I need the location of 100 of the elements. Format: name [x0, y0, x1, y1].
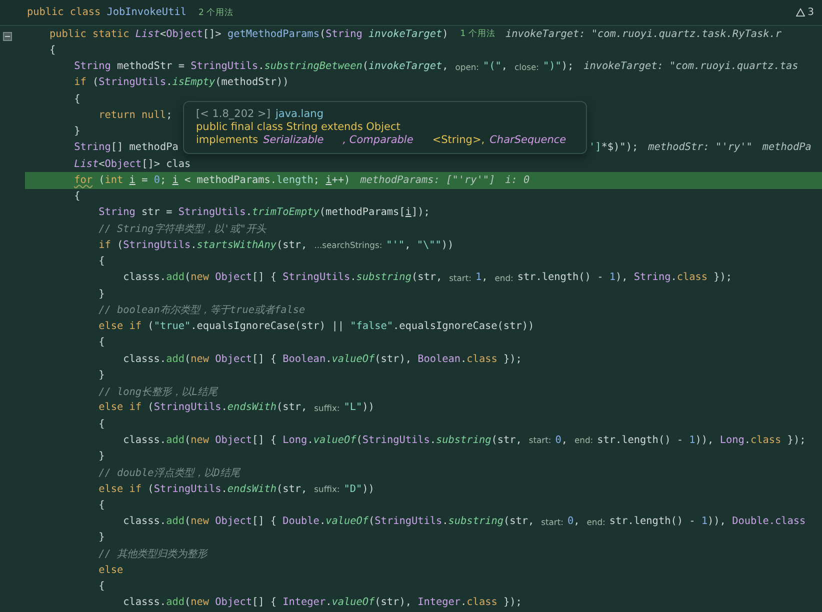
parameter-hint: close:: [514, 62, 539, 72]
code-token: 0: [567, 516, 574, 528]
code-token: new: [190, 516, 210, 528]
code-token: .: [221, 402, 228, 414]
code-token: Boolean: [282, 354, 326, 365]
code-token: Long: [282, 434, 308, 446]
code-token: )): [362, 402, 374, 414]
code-token: .equalsIgnoreCase(str)): [393, 321, 534, 332]
code-token: }: [98, 370, 105, 381]
debug-value: methodPa: [762, 142, 812, 154]
code-token: (str,: [276, 484, 308, 495]
code-token: new: [190, 434, 210, 446]
code-token: valueOf: [332, 597, 375, 608]
code-token: String: [74, 61, 111, 72]
code-token: <: [98, 158, 105, 170]
code-token: []> clas: [142, 158, 191, 170]
code-token: .: [460, 354, 467, 365]
code-token: (str,: [276, 240, 308, 251]
parameter-hint: end:: [586, 516, 606, 527]
tooltip-text[interactable]: java.lang: [275, 108, 324, 121]
code-token: invokeTarget: [368, 61, 442, 72]
code-token: (str,: [503, 516, 534, 528]
code-token: .: [246, 207, 252, 218]
code-token: [] methodPa: [110, 142, 178, 154]
code-comment: // long长整形，以L结尾: [98, 386, 218, 399]
code-token: (: [92, 77, 99, 88]
code-token: });: [502, 354, 522, 365]
code-token: else: [98, 564, 124, 576]
code-token: });: [712, 272, 732, 284]
code-token: {: [74, 191, 80, 202]
code-token: .: [670, 272, 677, 284]
code-token: ,: [501, 61, 508, 72]
code-token: Long: [720, 434, 744, 446]
code-token: "'": [386, 240, 405, 251]
code-token: [] {: [252, 272, 278, 284]
code-token: valueOf: [332, 354, 375, 365]
code-token: (: [368, 516, 375, 528]
code-token: int: [104, 174, 124, 186]
code-token: StringUtils: [190, 61, 258, 72]
code-token: endsWith: [227, 484, 276, 495]
code-token: class: [466, 597, 498, 608]
code-token: public static: [50, 28, 130, 40]
code-token: "L": [344, 402, 362, 414]
code-token: )): [362, 484, 374, 495]
code-token: }: [74, 126, 80, 138]
code-token: (str,: [411, 272, 442, 284]
code-token: StringUtils: [282, 272, 350, 284]
tooltip-text: implements: [196, 134, 258, 147]
debug-value: invokeTarget: "com.ruoyi.quartz.tas: [584, 61, 798, 72]
code-token: (str),: [374, 354, 412, 365]
code-token: [] {: [252, 434, 278, 446]
usage-count[interactable]: 2 个用法: [198, 6, 234, 18]
usage-count[interactable]: 1 个用法: [460, 28, 496, 40]
code-token: Object: [215, 516, 252, 528]
code-token: ,: [574, 516, 580, 528]
code-token: else if: [98, 402, 143, 414]
code-token: {: [74, 94, 80, 105]
code-token: String: [326, 28, 364, 40]
code-token: ,: [404, 240, 412, 251]
parameter-hint: suffix:: [314, 484, 340, 494]
code-token: i: [129, 174, 136, 186]
code-token: (: [362, 61, 368, 72]
code-token: Integer: [418, 597, 461, 608]
code-token: (: [148, 484, 154, 495]
code-token: JobInvokeUtil: [106, 7, 186, 18]
code-token: .: [319, 516, 326, 528]
parameter-hint: end:: [574, 435, 594, 446]
code-token: (str,: [491, 434, 522, 446]
code-token: []>: [202, 28, 222, 40]
warning-count[interactable]: 3: [796, 7, 814, 18]
code-token: )): [441, 240, 454, 251]
code-token: )),: [695, 434, 715, 446]
debug-value: methodParams: ["'ry'"]: [360, 174, 496, 186]
code-token: {: [98, 337, 105, 348]
code-token: {: [98, 256, 105, 268]
code-token: (str,: [276, 402, 308, 414]
code-token: }: [98, 532, 105, 544]
code-token: Boolean: [418, 354, 461, 365]
code-token: (: [184, 354, 191, 365]
code-token: [] {: [252, 597, 278, 608]
code-token: StringUtils: [374, 516, 442, 528]
code-token: List: [135, 28, 160, 40]
code-token: 1: [701, 516, 708, 528]
code-token: 0: [154, 174, 160, 186]
code-token: substringBetween: [264, 61, 362, 72]
code-token: if: [74, 77, 88, 88]
code-token: getMethodParams: [227, 28, 320, 40]
fold-icon[interactable]: [3, 32, 12, 41]
code-token: valueOf: [326, 516, 369, 528]
debug-value: methodStr: "'ry'": [648, 142, 752, 154]
parameter-hint: start:: [541, 516, 564, 527]
code-token: .: [442, 516, 448, 528]
code-token: return null: [98, 110, 166, 121]
warning-icon: [796, 8, 805, 17]
code-token: ),: [616, 272, 629, 284]
code-token: str =: [140, 207, 174, 218]
code-token: StringUtils: [154, 402, 222, 414]
code-token: String: [98, 207, 136, 218]
code-token: ']: [589, 142, 602, 154]
code-token: else if: [98, 321, 143, 332]
